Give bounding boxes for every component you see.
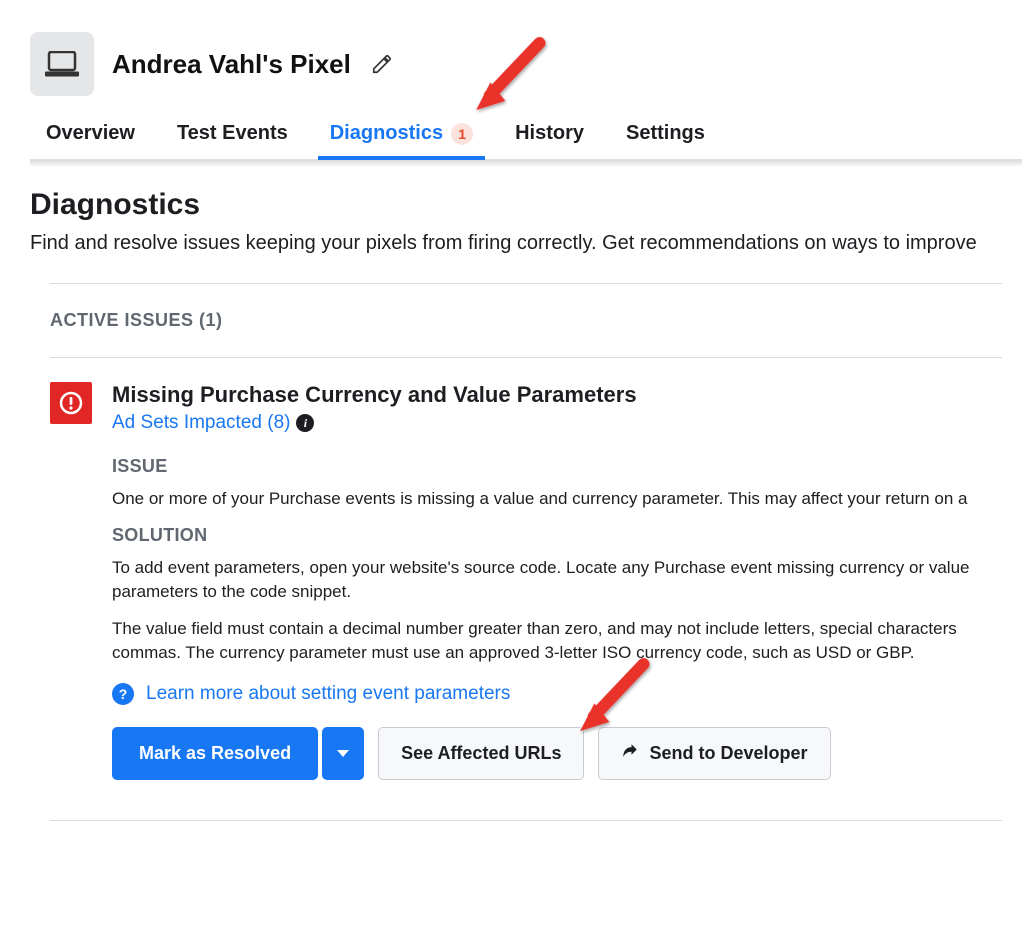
info-icon[interactable]: i bbox=[296, 414, 314, 432]
solution-subheading: SOLUTION bbox=[112, 525, 1002, 546]
see-affected-urls-button[interactable]: See Affected URLs bbox=[378, 727, 584, 780]
tab-diagnostics[interactable]: Diagnostics 1 bbox=[328, 116, 475, 159]
mark-resolved-dropdown-button[interactable] bbox=[322, 727, 364, 780]
laptop-icon bbox=[30, 32, 94, 96]
tab-test-events[interactable]: Test Events bbox=[175, 116, 290, 159]
page-title: Diagnostics bbox=[30, 188, 1022, 222]
issue-title: Missing Purchase Currency and Value Para… bbox=[112, 382, 1002, 408]
solution-paragraph: To add event parameters, open your websi… bbox=[112, 556, 1002, 604]
adsets-impacted-link[interactable]: Ad Sets Impacted (8) bbox=[112, 412, 290, 434]
tab-diagnostics-label: Diagnostics bbox=[330, 122, 443, 145]
share-icon bbox=[621, 742, 639, 765]
tab-overview[interactable]: Overview bbox=[44, 116, 137, 159]
tab-settings[interactable]: Settings bbox=[624, 116, 707, 159]
tabs-nav: Overview Test Events Diagnostics 1 Histo… bbox=[30, 106, 1022, 160]
issue-description: One or more of your Purchase events is m… bbox=[112, 487, 1002, 511]
issue-actions: Mark as Resolved See Affected URLs Send … bbox=[112, 727, 1002, 780]
chevron-down-icon bbox=[337, 750, 349, 757]
help-icon[interactable]: ? bbox=[112, 683, 134, 705]
tab-history[interactable]: History bbox=[513, 116, 586, 159]
solution-paragraph: The value field must contain a decimal n… bbox=[112, 617, 1002, 665]
learn-more-link[interactable]: Learn more about setting event parameter… bbox=[146, 683, 510, 705]
send-to-developer-label: Send to Developer bbox=[649, 743, 807, 764]
divider bbox=[50, 820, 1002, 821]
pencil-icon bbox=[371, 53, 393, 75]
pixel-title: Andrea Vahl's Pixel bbox=[112, 49, 351, 80]
diagnostics-count-badge: 1 bbox=[451, 123, 473, 145]
issue-subheading: ISSUE bbox=[112, 456, 1002, 477]
page-subtitle: Find and resolve issues keeping your pix… bbox=[30, 232, 1022, 255]
pixel-header: Andrea Vahl's Pixel bbox=[30, 12, 1022, 106]
edit-pixel-name-button[interactable] bbox=[365, 47, 399, 81]
send-to-developer-button[interactable]: Send to Developer bbox=[598, 727, 830, 780]
alert-icon bbox=[50, 382, 92, 424]
tab-shadow bbox=[30, 160, 1022, 170]
issue-card: Missing Purchase Currency and Value Para… bbox=[50, 358, 1002, 820]
mark-resolved-button[interactable]: Mark as Resolved bbox=[112, 727, 318, 780]
active-issues-heading: ACTIVE ISSUES (1) bbox=[50, 284, 1002, 357]
